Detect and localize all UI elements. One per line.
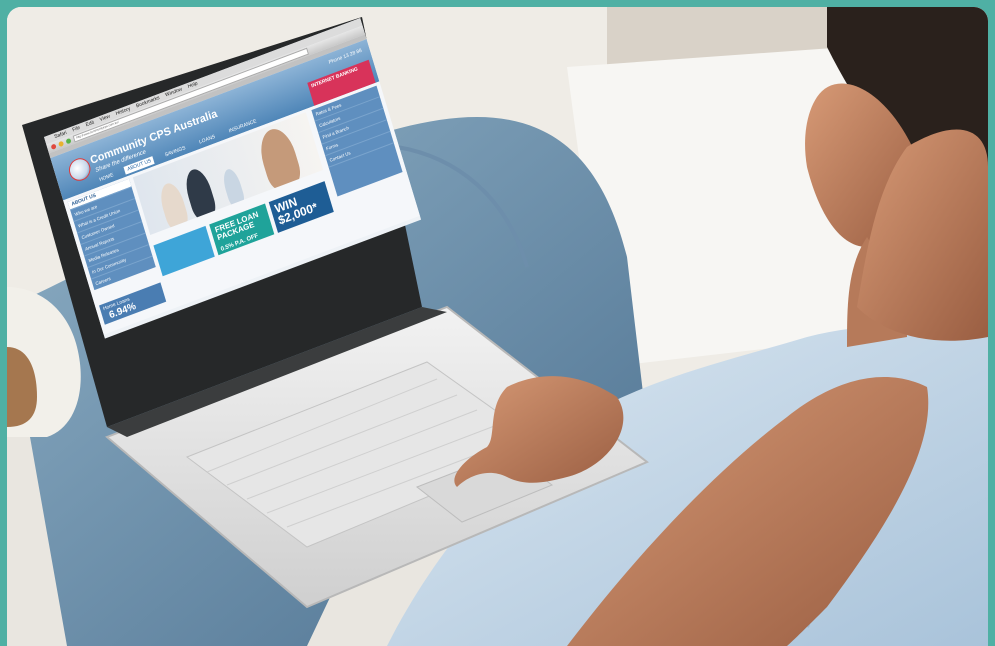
photo: Safari File Edit View History Bookmarks … [7,7,988,646]
promo-loan-box: FREE LOAN PACKAGE 0.5% P.A. OFF [209,203,275,256]
zoom-icon[interactable] [65,137,72,145]
promo-win-text: WIN $2,000* [273,194,320,228]
promo-image [153,225,215,277]
minimize-icon[interactable] [58,140,65,148]
promo-win-box: WIN $2,000* [268,181,334,233]
brand-logo[interactable] [66,155,94,184]
close-icon[interactable] [50,143,57,150]
home-loan-rate[interactable]: Home Loans 6.94% [99,282,167,325]
